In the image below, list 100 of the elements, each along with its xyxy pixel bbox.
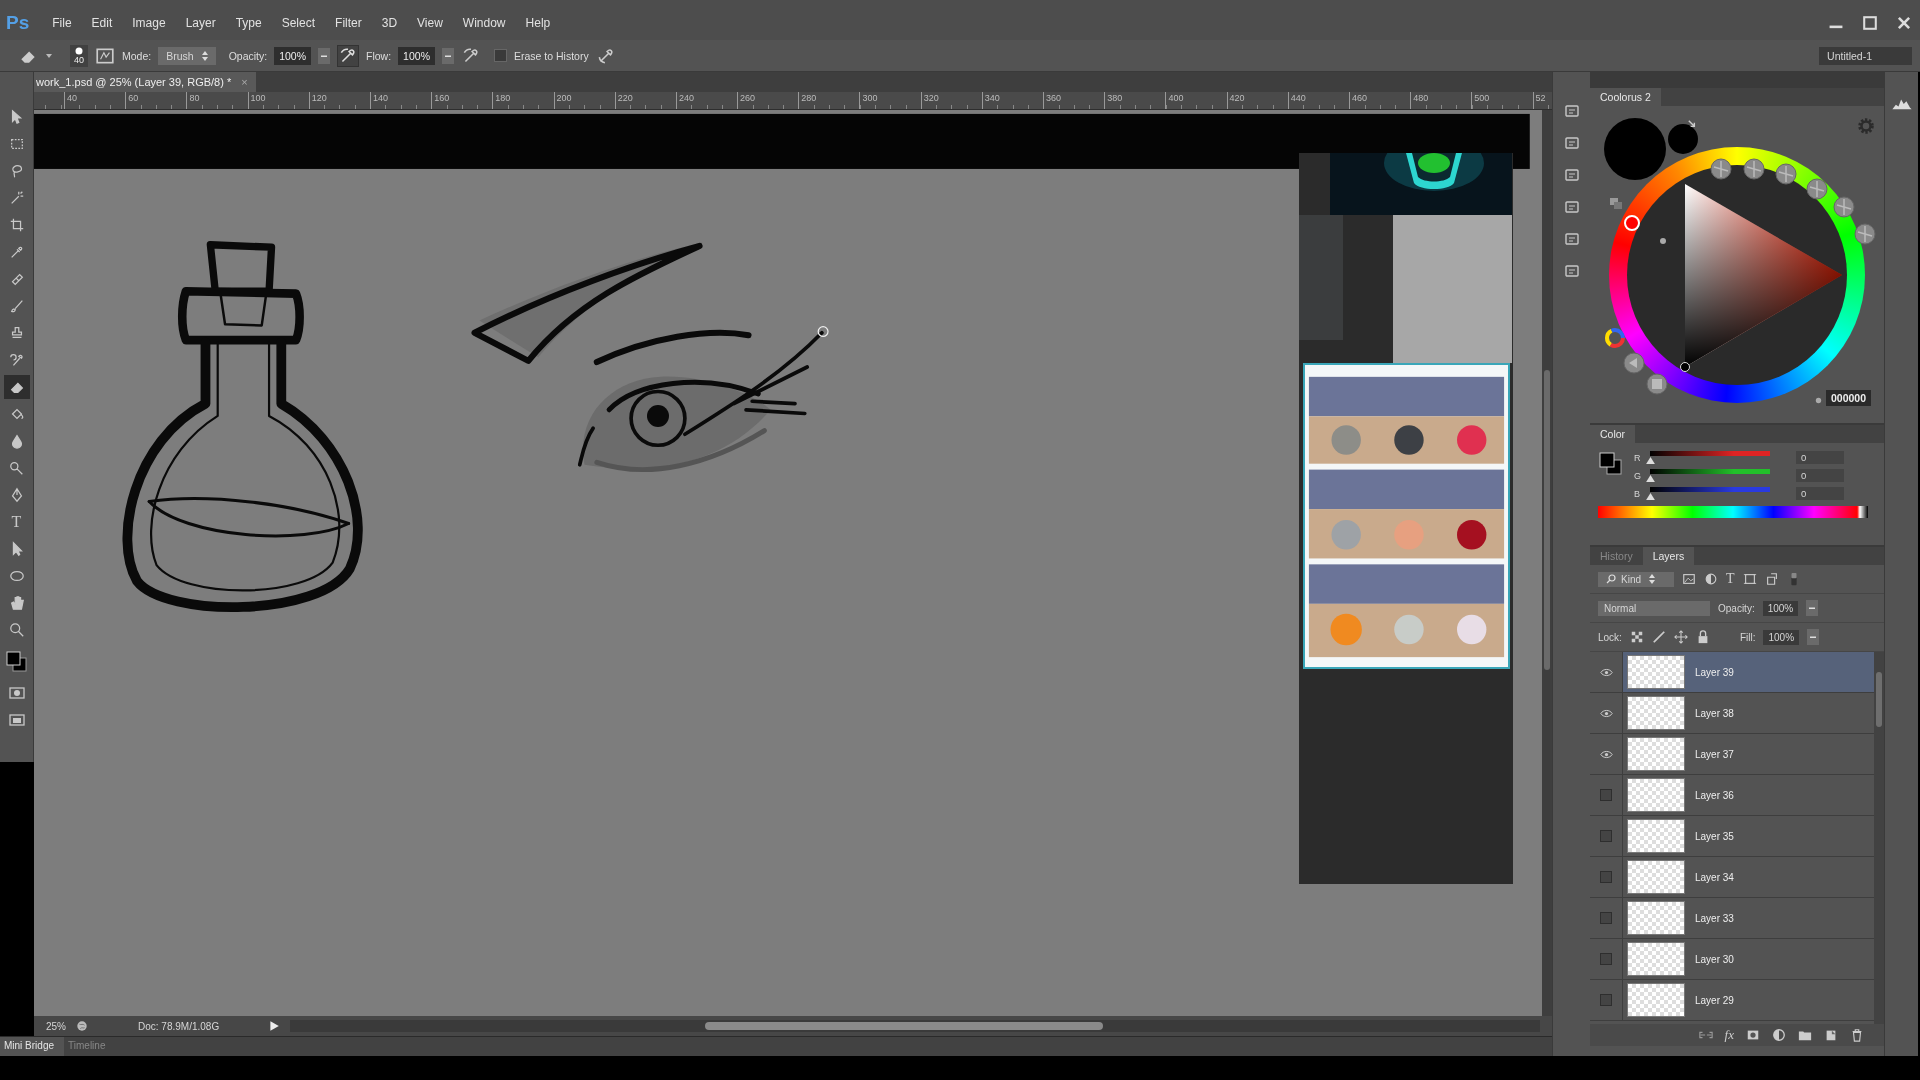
filter-dropdown[interactable]: Kind — [1598, 571, 1674, 587]
color-wheel-icon[interactable] — [1605, 328, 1625, 348]
airbrush-icon[interactable] — [337, 44, 359, 67]
checker-icon[interactable] — [1629, 630, 1644, 644]
trash-icon[interactable] — [1850, 1028, 1864, 1042]
pipette-icon[interactable] — [1814, 396, 1823, 405]
play-icon[interactable] — [268, 1020, 280, 1032]
menu-item[interactable]: View — [408, 16, 452, 30]
eye-icon[interactable] — [1599, 667, 1613, 677]
dropdown-icon[interactable] — [1807, 629, 1820, 645]
panel-icon[interactable] — [1562, 102, 1581, 120]
menu-item[interactable]: Edit — [82, 16, 122, 30]
channel-slider[interactable] — [1650, 487, 1770, 492]
document-tab[interactable]: work_1.psd @ 25% (Layer 39, RGB/8) * × — [34, 72, 256, 92]
color-spectrum[interactable] — [1598, 506, 1868, 518]
color-marker[interactable] — [1680, 362, 1690, 372]
horizontal-scrollbar[interactable] — [290, 1020, 1540, 1032]
panel-icon[interactable] — [1562, 198, 1581, 216]
dropdown-icon[interactable] — [318, 47, 330, 64]
menu-item[interactable]: Window — [453, 16, 515, 30]
panel-icon[interactable] — [1562, 262, 1581, 280]
smart-object-filter-icon[interactable] — [1764, 572, 1779, 586]
channel-value-field[interactable]: 0 — [1796, 487, 1844, 500]
layer-style-button[interactable]: fx — [1724, 1027, 1734, 1043]
panel-tab[interactable]: Layers — [1642, 547, 1695, 565]
dropdown-icon[interactable] — [1806, 600, 1819, 616]
tool-button[interactable]: T — [3, 510, 30, 534]
panel-tab[interactable]: Coolorus 2 — [1590, 88, 1661, 106]
channel-slider[interactable] — [1650, 451, 1770, 456]
image-filter-icon[interactable] — [1682, 572, 1696, 586]
layers-scrollbar[interactable] — [1874, 652, 1884, 1024]
brush-preset-picker[interactable]: 40 — [70, 44, 88, 67]
erase-to-history-checkbox[interactable] — [493, 49, 507, 62]
menu-item[interactable]: Help — [516, 16, 560, 30]
workspace-dropdown[interactable]: Untitled-1 — [1819, 46, 1912, 65]
background-color-circle[interactable] — [1668, 124, 1698, 154]
zoom-level[interactable]: 25% — [46, 1020, 66, 1032]
triangle-mode-button[interactable] — [1623, 352, 1645, 374]
adjustment-icon[interactable] — [1772, 1028, 1786, 1042]
menu-item[interactable]: Image — [123, 16, 175, 30]
color-swatches-icon[interactable] — [1598, 451, 1624, 477]
adjustment-filter-icon[interactable] — [1704, 572, 1718, 586]
layer-row[interactable]: Layer 39 — [1623, 652, 1874, 692]
menu-item[interactable]: Type — [226, 16, 271, 30]
menu-item[interactable]: Select — [272, 16, 325, 30]
canvas[interactable] — [34, 110, 1542, 1016]
maximize-icon[interactable] — [1860, 14, 1880, 32]
channel-value-field[interactable]: 0 — [1796, 451, 1844, 464]
visibility-toggle[interactable] — [1600, 912, 1612, 924]
harmony-button[interactable] — [1710, 158, 1732, 180]
menu-item[interactable]: Layer — [176, 16, 225, 30]
mode-dropdown[interactable]: Brush — [158, 46, 216, 65]
quick-mask-icon[interactable] — [7, 684, 26, 702]
visibility-toggle[interactable] — [1600, 994, 1612, 1006]
harmony-button[interactable] — [1743, 158, 1765, 180]
hue-marker[interactable] — [1624, 215, 1640, 231]
tool-button[interactable] — [3, 375, 30, 399]
panel-tab[interactable]: Color — [1590, 425, 1636, 443]
visibility-toggle[interactable] — [1600, 830, 1612, 842]
layer-row[interactable]: Layer 38 — [1623, 693, 1874, 733]
opacity-field[interactable]: 100% — [274, 46, 311, 65]
panel-icon[interactable] — [1562, 166, 1581, 184]
panel-icon[interactable] — [1562, 134, 1581, 152]
harmony-button[interactable] — [1833, 196, 1855, 218]
vertical-scrollbar[interactable] — [1542, 110, 1552, 1016]
menu-item[interactable]: 3D — [372, 16, 407, 30]
fill-field[interactable]: 100% — [1763, 629, 1800, 645]
channel-slider[interactable] — [1650, 469, 1770, 474]
color-swatches-icon[interactable] — [3, 649, 30, 675]
slider-thumb[interactable] — [1646, 457, 1655, 464]
screen-mode-icon[interactable] — [7, 711, 26, 729]
new-layer-icon[interactable] — [1824, 1028, 1838, 1042]
panel-tab[interactable]: Mini Bridge — [0, 1037, 65, 1056]
blend-mode-dropdown[interactable]: Normal — [1598, 600, 1710, 616]
harmony-button[interactable] — [1775, 163, 1797, 185]
layer-row[interactable]: Layer 29 — [1623, 980, 1874, 1020]
move-icon[interactable] — [1673, 630, 1688, 644]
shape-filter-icon[interactable] — [1742, 572, 1757, 586]
square-mode-button[interactable] — [1646, 373, 1668, 395]
layer-row[interactable]: Layer 37 — [1623, 734, 1874, 774]
harmony-button[interactable] — [1806, 178, 1828, 200]
eye-icon[interactable] — [1599, 708, 1613, 718]
caret-icon[interactable] — [45, 51, 53, 60]
slider-thumb[interactable] — [1646, 475, 1655, 482]
menu-item[interactable]: File — [43, 16, 81, 30]
visibility-toggle[interactable] — [1600, 953, 1612, 965]
globe-icon[interactable] — [76, 1020, 88, 1032]
layer-row[interactable]: Layer 34 — [1623, 857, 1874, 897]
dropdown-icon[interactable] — [441, 47, 454, 64]
harmony-button[interactable] — [1854, 223, 1876, 245]
panel-icon[interactable] — [1562, 230, 1581, 248]
layer-row[interactable]: Layer 35 — [1623, 816, 1874, 856]
slider-thumb[interactable] — [1646, 493, 1655, 500]
brush-icon[interactable] — [1651, 630, 1666, 644]
opacity-field[interactable]: 100% — [1762, 600, 1799, 616]
mask-icon[interactable] — [1746, 1028, 1760, 1042]
menu-item[interactable]: Filter — [326, 16, 371, 30]
type-filter-icon[interactable]: T — [1726, 571, 1735, 587]
visibility-toggle[interactable] — [1600, 789, 1612, 801]
layer-row[interactable]: Layer 33 — [1623, 898, 1874, 938]
